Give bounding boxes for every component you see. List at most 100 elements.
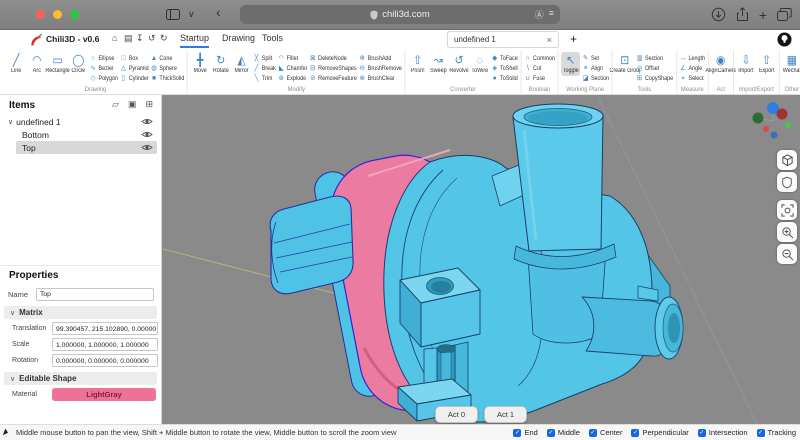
ribbon-button-towire[interactable]: ◌ToWire [470, 52, 489, 76]
ribbon-button-brushclear[interactable]: ⊗BrushClear [359, 74, 402, 83]
model-mounting-boss[interactable] [400, 268, 480, 347]
ribbon-button-fillet[interactable]: ◠Fillet [278, 54, 308, 63]
name-input[interactable] [36, 288, 154, 301]
model-scene[interactable] [162, 95, 800, 424]
reader-icon[interactable]: ≡ [549, 8, 554, 21]
ribbon-button-box[interactable]: □Box [120, 54, 149, 63]
back-icon[interactable]: ‹ [216, 5, 221, 20]
section-header-editable-shape[interactable]: ∨Editable Shape [4, 372, 157, 385]
section-header-matrix[interactable]: ∨Matrix [4, 306, 157, 319]
view-cube-icon[interactable] [777, 150, 797, 170]
act-button-1[interactable]: Act 1 [484, 406, 527, 423]
tree-item-bottom[interactable]: Bottom [0, 128, 161, 141]
orientation-gizmo[interactable] [742, 99, 800, 147]
address-bar[interactable]: chili3d.com Ⓐ ≡ [240, 5, 560, 24]
ribbon-button-revolve[interactable]: ↺Revolve [450, 52, 469, 76]
ribbon-button-move[interactable]: ╋Move [191, 52, 210, 76]
ribbon-button-section[interactable]: ◪Section [582, 74, 609, 83]
ribbon-button-toggle[interactable]: ↖Toggle [561, 52, 580, 76]
close-document-icon[interactable]: × [547, 35, 552, 45]
zoom-fit-icon[interactable] [777, 200, 797, 220]
visibility-eye-icon[interactable] [141, 117, 153, 128]
ribbon-button-line[interactable]: ╱Line [7, 52, 26, 76]
ribbon-button-section[interactable]: ▥Section [636, 54, 673, 63]
downloads-icon[interactable] [711, 7, 726, 22]
ribbon-button-deletenode[interactable]: ⊠DeleteNode [309, 54, 357, 63]
zoom-out-icon[interactable] [777, 244, 797, 264]
gizmo-axis-x-neg[interactable] [763, 126, 769, 132]
ribbon-button-cut[interactable]: ∖Cut [524, 64, 555, 73]
document-tab[interactable]: undefined 1 × [447, 31, 559, 48]
model-left-boss[interactable] [270, 196, 353, 294]
ribbon-button-arc[interactable]: ◠Arc [27, 52, 46, 76]
ribbon-button-sphere[interactable]: ◍Sphere [150, 64, 184, 73]
ribbon-button-mirror[interactable]: ◭Mirror [232, 52, 251, 76]
input-scale[interactable]: 1.000000, 1.000000, 1.000000 [52, 338, 158, 351]
ribbon-button-break[interactable]: ╱Break [253, 64, 276, 73]
ribbon-button-wechat[interactable]: ▦Wechat [782, 52, 800, 76]
translate-icon[interactable]: Ⓐ [535, 8, 544, 21]
ribbon-button-common[interactable]: ∩Common [524, 54, 555, 63]
ribbon-button-removeshapes[interactable]: ⊟RemoveShapes [309, 64, 357, 73]
viewport-3d[interactable]: Act 0 Act 1 [162, 95, 800, 424]
ribbon-button-rotate[interactable]: ↻Rotate [211, 52, 230, 76]
tab-startup[interactable]: Startup [180, 33, 209, 48]
share-icon[interactable] [736, 7, 749, 22]
input-translation[interactable]: 99.390457, 215.102890, 0.00000 [52, 322, 158, 335]
ribbon-button-select[interactable]: ⌖Select [679, 74, 705, 83]
ribbon-button-prism[interactable]: ⇧Prism [408, 52, 427, 76]
model-top-pipe[interactable] [513, 104, 616, 269]
github-icon[interactable] [777, 32, 792, 52]
gizmo-axis-z-neg[interactable] [771, 132, 778, 139]
close-window-button[interactable] [36, 10, 45, 19]
zoom-window-button[interactable] [70, 10, 79, 19]
visibility-eye-icon[interactable] [141, 130, 153, 141]
snap-toggle-perpendicular[interactable]: ✓Perpendicular [631, 428, 688, 437]
ribbon-button-angle[interactable]: ∠Angle [679, 64, 705, 73]
ribbon-button-ellipse[interactable]: ○Ellipse [90, 54, 119, 63]
snap-toggle-tracking[interactable]: ✓Tracking [757, 428, 796, 437]
ribbon-button-align[interactable]: ≡Align [582, 64, 609, 73]
ribbon-button-create-group[interactable]: ⊡Create Group [615, 52, 634, 76]
ribbon-button-aligncamera[interactable]: ◉AlignCamera [711, 52, 730, 76]
ribbon-button-trim[interactable]: ╲Trim [253, 74, 276, 83]
snap-toggle-intersection[interactable]: ✓Intersection [698, 428, 748, 437]
ribbon-button-sweep[interactable]: ↝Sweep [429, 52, 448, 76]
ribbon-button-cylinder[interactable]: ▯Cylinder [120, 74, 149, 83]
ribbon-button-cone[interactable]: ▲Cone [150, 54, 184, 63]
redo-icon[interactable]: ↻ [160, 33, 168, 44]
snap-toggle-middle[interactable]: ✓Middle [547, 428, 580, 437]
model-pump-housing[interactable] [270, 104, 683, 422]
ribbon-button-brushremove[interactable]: ⊖BrushRemove [359, 64, 402, 73]
ribbon-button-removefeature[interactable]: ⊘RemoveFeature [309, 74, 357, 83]
ribbon-button-chamfer[interactable]: ◣Chamfer [278, 64, 308, 73]
new-document-button[interactable]: + [570, 32, 577, 46]
sidebar-icon[interactable] [166, 9, 180, 24]
ribbon-button-offset[interactable]: ◎Offset [636, 64, 673, 73]
gizmo-axis-y[interactable] [753, 113, 764, 124]
act-button-0[interactable]: Act 0 [435, 406, 478, 423]
expand-icon[interactable]: ⊞ [145, 99, 153, 110]
save-icon[interactable]: ↧ [136, 33, 144, 44]
zoom-in-icon[interactable] [777, 222, 797, 242]
chevron-down-icon[interactable]: ∨ [188, 7, 195, 22]
snap-toggle-center[interactable]: ✓Center [589, 428, 623, 437]
ribbon-button-polygon[interactable]: ◇Polygon [90, 74, 119, 83]
new-tab-icon[interactable]: + [759, 8, 767, 22]
ribbon-button-toface[interactable]: ◆ToFace [491, 54, 518, 63]
gizmo-axis-x[interactable] [777, 109, 788, 120]
ribbon-button-thicksolid[interactable]: ■ThickSolid [150, 74, 184, 83]
model-outlet-barrel[interactable] [582, 297, 663, 356]
visibility-eye-icon[interactable] [141, 143, 153, 154]
material-button[interactable]: LightGray [52, 388, 156, 401]
ribbon-button-export[interactable]: ⇧Export [757, 52, 776, 76]
input-rotation[interactable]: 0.000000, 0.000000, 0.000000 [52, 354, 158, 367]
ribbon-button-rectangle[interactable]: ▭Rectangle [48, 52, 67, 76]
chevron-down-icon[interactable]: ∨ [8, 118, 13, 126]
shaded-view-icon[interactable] [777, 172, 797, 192]
ribbon-button-tosolid[interactable]: ●ToSolid [491, 74, 518, 83]
snap-toggle-end[interactable]: ✓End [513, 428, 537, 437]
tab-drawing[interactable]: Drawing [222, 33, 255, 46]
ribbon-button-brushadd[interactable]: ⊕BrushAdd [359, 54, 402, 63]
ribbon-button-explode[interactable]: ⊛Explode [278, 74, 308, 83]
